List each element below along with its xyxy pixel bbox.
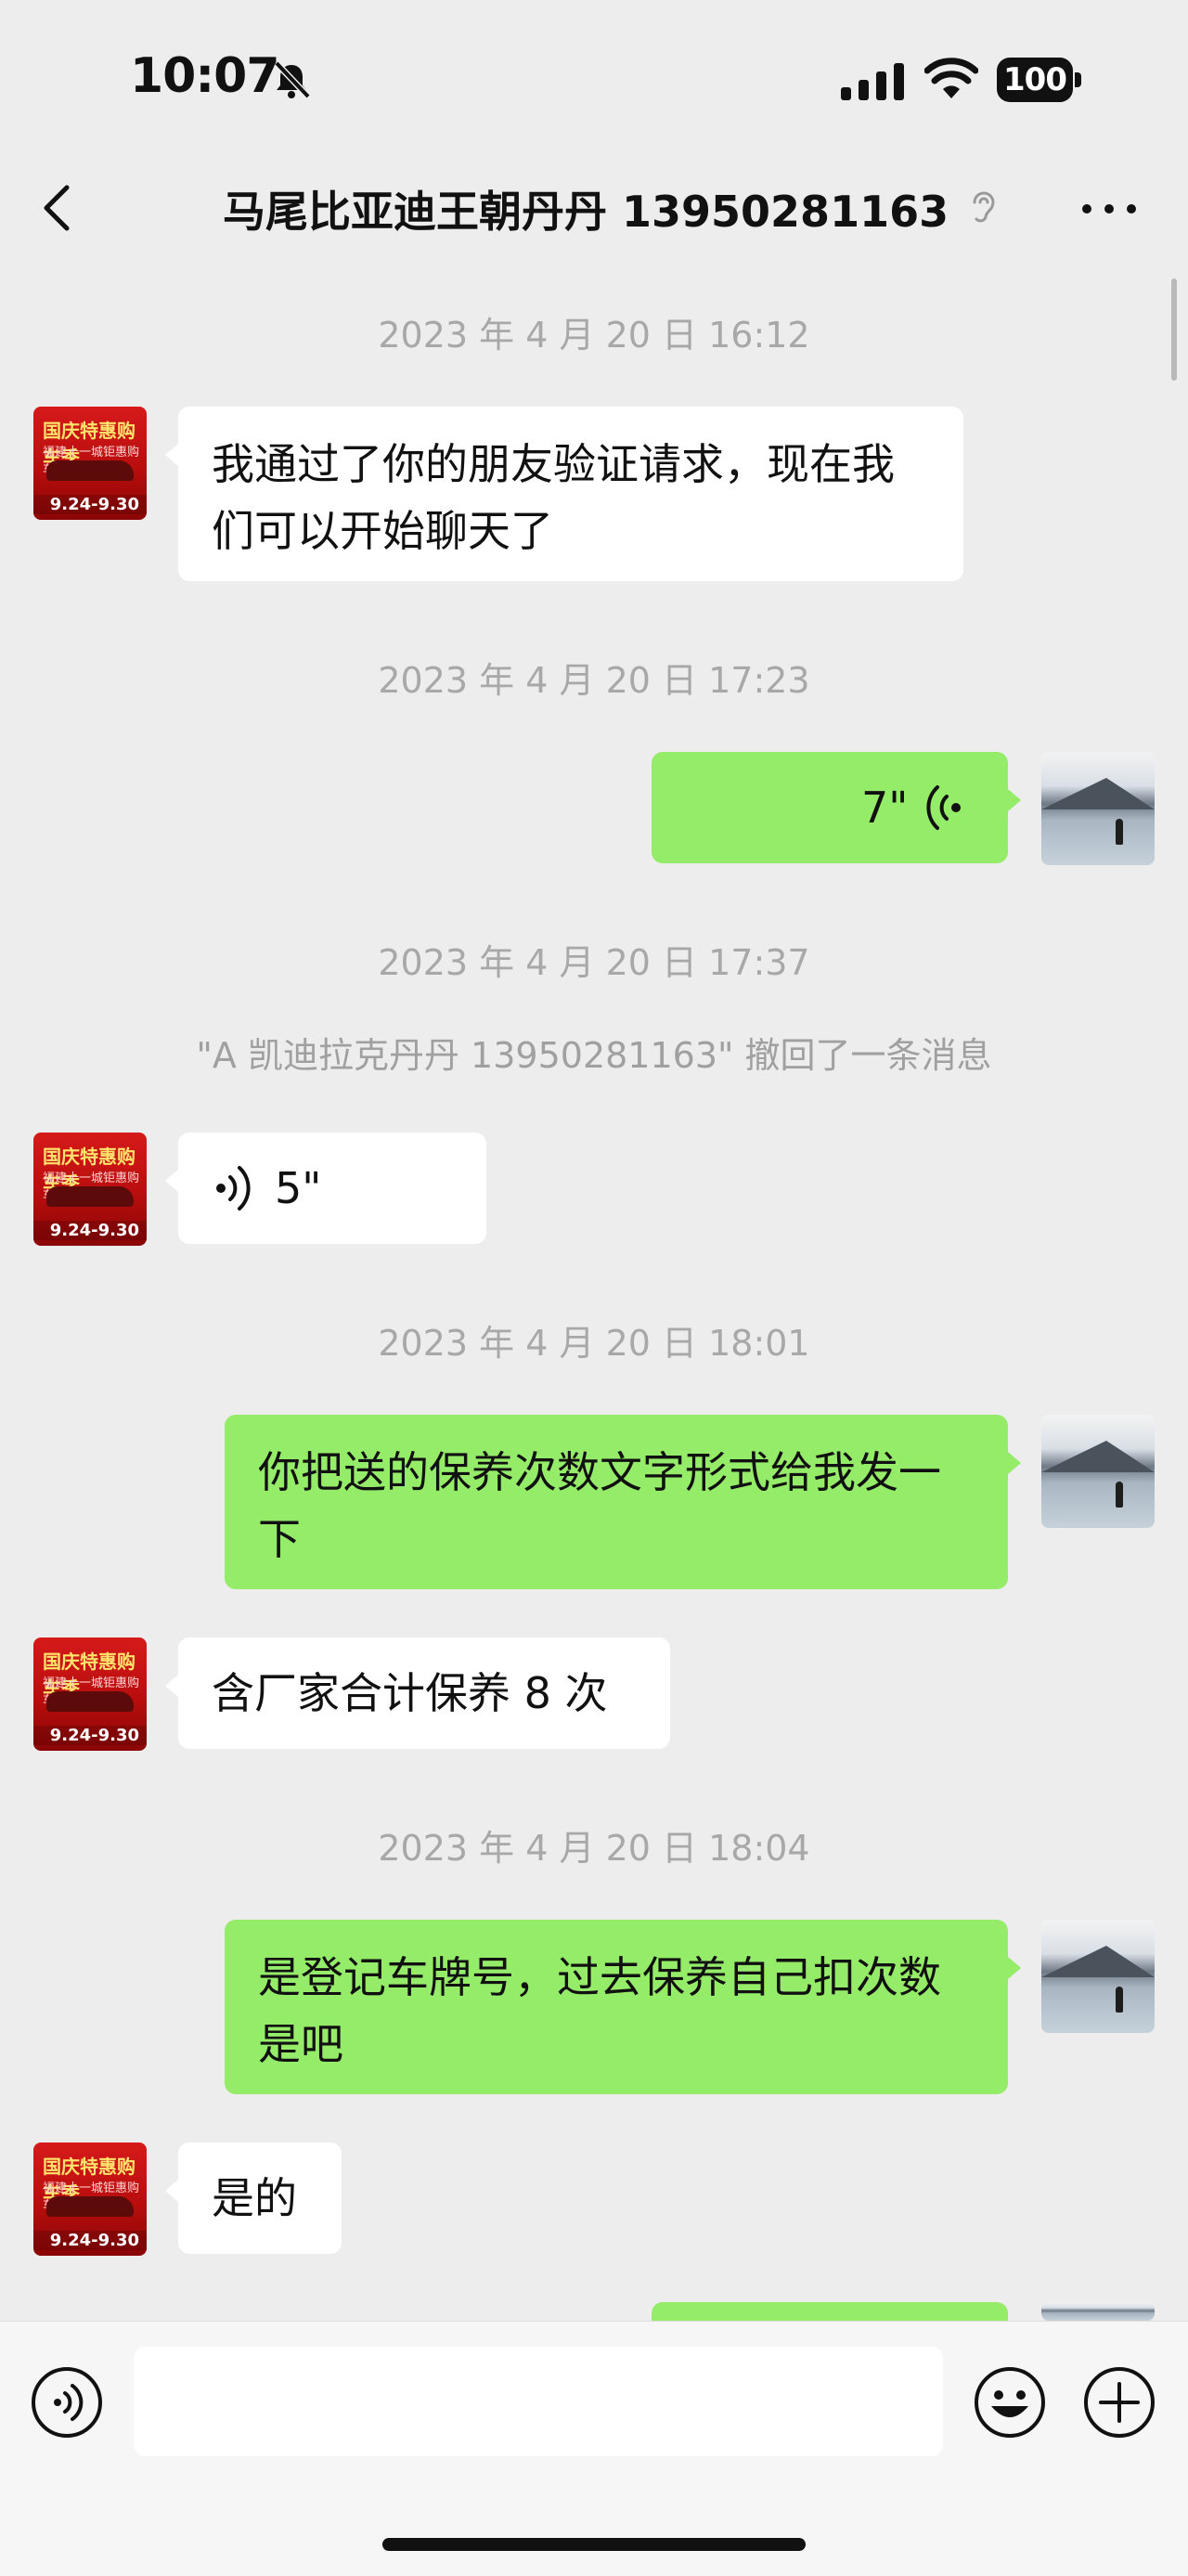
message-input[interactable] bbox=[134, 2347, 943, 2456]
outgoing-message-bubble[interactable]: 你把送的保养次数文字形式给我发一下 bbox=[225, 1415, 1021, 1589]
message-text: 是的 bbox=[212, 2173, 297, 2223]
voice-input-toggle-icon[interactable] bbox=[30, 2365, 104, 2440]
message-text: 你把送的保养次数文字形式给我发一下 bbox=[258, 1447, 941, 1564]
car-graphic bbox=[46, 2196, 134, 2217]
emoji-icon[interactable] bbox=[973, 2365, 1047, 2440]
car-graphic bbox=[46, 1186, 134, 1207]
home-indicator[interactable] bbox=[382, 2538, 806, 2551]
voice-waves-icon bbox=[216, 1166, 251, 1210]
voice-waves-icon bbox=[926, 785, 961, 830]
message-text: 我通过了你的朋友验证请求，现在我们可以开始聊天了 bbox=[212, 439, 895, 556]
chat-title: 马尾比亚迪王朝丹丹 13950281163 bbox=[223, 187, 949, 237]
incoming-message-bubble[interactable]: 含厂家合计保养 8 次 bbox=[165, 1638, 670, 1749]
mute-bell-icon bbox=[274, 60, 311, 99]
my-avatar[interactable] bbox=[1041, 752, 1155, 865]
add-more-icon[interactable] bbox=[1082, 2365, 1156, 2440]
back-chevron-icon[interactable] bbox=[37, 182, 78, 234]
timestamp: 2023 年 4 月 20 日 18:04 bbox=[378, 1828, 810, 1869]
battery-level: 100 bbox=[997, 58, 1073, 102]
timestamp: 2023 年 4 月 20 日 17:23 bbox=[378, 660, 810, 701]
contact-avatar[interactable]: 国庆特惠购车季 福建十一城钜惠购车盛宴 9.24-9.30 bbox=[33, 407, 147, 520]
message-text: 是登记车牌号，过去保养自己扣次数是吧 bbox=[258, 1952, 941, 2069]
timestamp: 2023 年 4 月 20 日 17:37 bbox=[378, 942, 810, 983]
timestamp: 2023 年 4 月 20 日 16:12 bbox=[378, 315, 810, 356]
voice-duration: 7" bbox=[861, 783, 909, 833]
recall-notice: "A 凯迪拉克丹丹 13950281163" 撤回了一条消息 bbox=[196, 1035, 992, 1076]
my-avatar[interactable] bbox=[1041, 1415, 1155, 1528]
message-text: 含厂家合计保养 8 次 bbox=[212, 1668, 608, 1718]
cellular-signal-icon bbox=[841, 63, 904, 100]
wifi-icon bbox=[924, 58, 978, 98]
outgoing-message-bubble[interactable] bbox=[652, 2302, 1008, 2321]
timestamp: 2023 年 4 月 20 日 18:01 bbox=[378, 1323, 810, 1364]
more-options-button[interactable] bbox=[1080, 188, 1138, 230]
my-avatar[interactable] bbox=[1041, 1920, 1155, 2033]
contact-avatar[interactable]: 国庆特惠购车季 福建十一城钜惠购车盛宴 9.24-9.30 bbox=[33, 1133, 147, 1246]
status-time: 10:07 bbox=[130, 48, 280, 104]
contact-avatar[interactable]: 国庆特惠购车季 福建十一城钜惠购车盛宴 9.24-9.30 bbox=[33, 1638, 147, 1751]
earpiece-mode-icon bbox=[973, 191, 995, 223]
incoming-voice-message[interactable]: 5" bbox=[165, 1133, 486, 1244]
battery-icon: 100 bbox=[997, 58, 1082, 102]
my-avatar[interactable] bbox=[1041, 2302, 1155, 2321]
voice-duration: 5" bbox=[275, 1163, 322, 1213]
incoming-message-bubble[interactable]: 是的 bbox=[165, 2142, 342, 2254]
incoming-message-bubble[interactable]: 我通过了你的朋友验证请求，现在我们可以开始聊天了 bbox=[165, 407, 963, 581]
contact-avatar[interactable]: 国庆特惠购车季 福建十一城钜惠购车盛宴 9.24-9.30 bbox=[33, 2142, 147, 2256]
outgoing-message-bubble[interactable]: 是登记车牌号，过去保养自己扣次数是吧 bbox=[225, 1920, 1021, 2094]
car-graphic bbox=[46, 460, 134, 481]
outgoing-voice-message[interactable]: 7" bbox=[652, 752, 1021, 863]
car-graphic bbox=[46, 1691, 134, 1712]
